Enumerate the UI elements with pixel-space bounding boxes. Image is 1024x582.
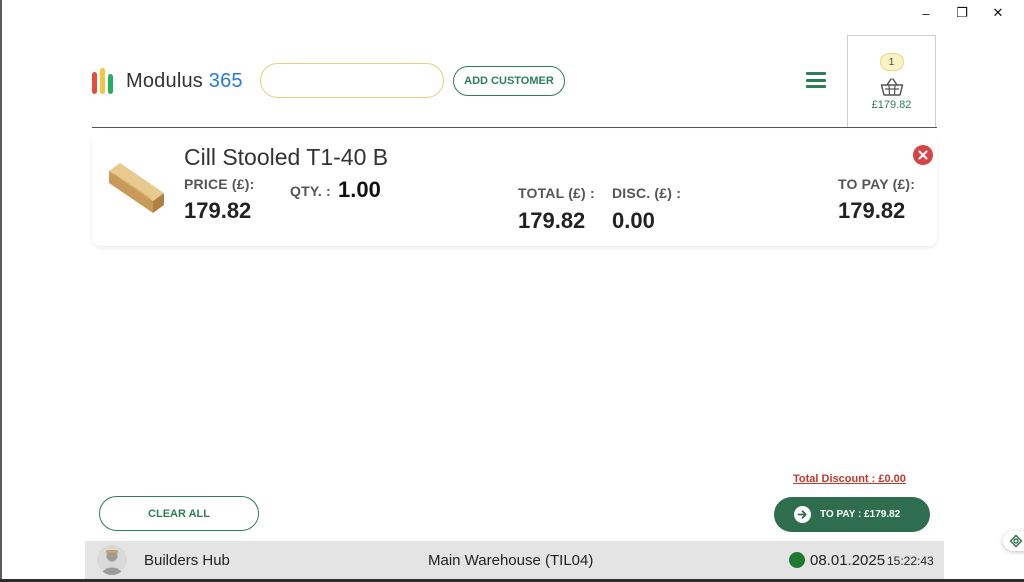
item-name: Cill Stooled T1-40 B	[184, 144, 389, 170]
restore-button[interactable]: ❐	[944, 4, 980, 22]
qty-label: QTY. :	[290, 183, 331, 199]
basket-total: £179.82	[871, 99, 912, 111]
total-value: 179.82	[518, 208, 586, 233]
status-time: 15:22:43	[887, 554, 934, 568]
window-controls: – ❐ ✕	[908, 4, 1016, 22]
user-avatar[interactable]	[97, 545, 127, 575]
discount-value[interactable]: 0.00	[612, 208, 655, 234]
price-value: 179.82	[184, 198, 252, 223]
close-icon	[918, 150, 928, 160]
to-pay-button-label: TO PAY : £179.82	[820, 509, 901, 520]
search-input[interactable]	[261, 64, 443, 97]
status-bar: Builders Hub Main Warehouse (TIL04) 08.0…	[85, 541, 944, 579]
store-name: Builders Hub	[144, 552, 230, 569]
window-border-left	[0, 0, 2, 582]
product-image	[109, 163, 164, 213]
to-pay-button[interactable]: TO PAY : £179.82	[774, 497, 930, 532]
header-divider	[92, 127, 937, 128]
basket-icon	[880, 78, 903, 96]
remove-item-button[interactable]	[913, 145, 933, 165]
total-label: TOTAL (£) :	[518, 185, 595, 201]
menu-button[interactable]	[806, 70, 826, 90]
brand-number: 365	[208, 69, 243, 92]
product-search	[260, 63, 444, 98]
app-logo: Modulus 365	[92, 67, 243, 95]
total-discount-link[interactable]: Total Discount : £0.00	[793, 473, 906, 485]
side-panel-toggle[interactable]	[1003, 531, 1024, 551]
to-pay-value: 179.82	[838, 198, 906, 223]
settings-icon	[1009, 534, 1023, 548]
brand-name: Modulus	[126, 69, 203, 92]
hamburger-icon	[806, 72, 826, 75]
basket-count-badge: 1	[879, 53, 904, 71]
status-date: 08.01.2025	[810, 552, 886, 569]
arrow-right-icon	[794, 506, 811, 523]
logo-mark-icon	[92, 68, 118, 94]
qty-value[interactable]: 1.00	[338, 177, 381, 203]
discount-label: DISC. (£) :	[612, 185, 682, 201]
price-label: PRICE (£):	[184, 176, 255, 192]
logo-text: Modulus 365	[126, 70, 243, 93]
clear-all-button[interactable]: CLEAR ALL	[99, 496, 259, 531]
basket-summary[interactable]: 1 £179.82	[847, 35, 936, 127]
to-pay-label: TO PAY (£):	[838, 176, 916, 192]
cart-item[interactable]: Cill Stooled T1-40 B PRICE (£): 179.82 Q…	[92, 133, 937, 246]
close-window-button[interactable]: ✕	[980, 4, 1016, 22]
add-customer-button[interactable]: ADD CUSTOMER	[453, 66, 565, 96]
online-status-icon	[789, 552, 805, 568]
warehouse-name: Main Warehouse (TIL04)	[428, 552, 594, 569]
minimize-button[interactable]: –	[908, 4, 944, 22]
user-icon	[102, 550, 122, 575]
